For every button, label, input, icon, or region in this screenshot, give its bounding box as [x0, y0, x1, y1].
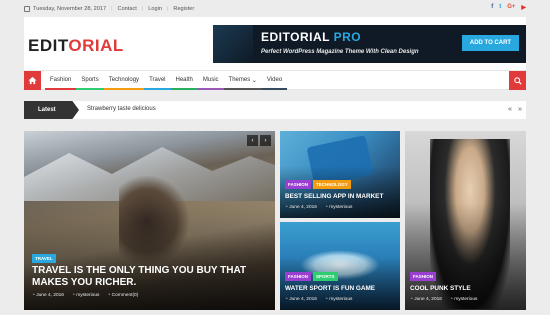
post-date: June 4, 2016 [285, 205, 317, 210]
post-author[interactable]: mysterious [72, 293, 99, 298]
post-tags: FASHION TECHNOLOGY [285, 180, 351, 189]
post-meta: June 4, 2016 mysterious Comment(0) [32, 293, 138, 298]
nav-item-video[interactable]: Video [261, 71, 288, 90]
site-header: EDITORIAL EDITORIAL PRO Perfect WordPres… [24, 17, 526, 70]
post-comments[interactable]: Comment(0) [107, 293, 139, 298]
logo-part-1: EDIT [28, 36, 69, 55]
slider-prev-button[interactable]: ‹ [247, 135, 258, 146]
youtube-icon[interactable]: ▶ [521, 4, 526, 11]
news-ticker: Latest Strawberry taste delicious « » [24, 101, 526, 119]
tag-fashion[interactable]: FASHION [285, 272, 312, 281]
add-to-cart-button[interactable]: ADD TO CART [462, 35, 519, 51]
post-meta: June 4, 2016 mysterious [410, 297, 477, 302]
tag-fashion[interactable]: FASHION [285, 180, 312, 189]
banner-title: EDITORIAL PRO [261, 30, 362, 44]
twitter-icon[interactable]: t [499, 4, 501, 11]
nav-item-health[interactable]: Health [170, 71, 199, 90]
post-title[interactable]: BEST SELLING APP IN MARKET [285, 193, 383, 200]
slider-controls: ‹ › [247, 135, 271, 146]
ticker-next-button[interactable]: » [518, 106, 522, 113]
nav-item-music[interactable]: Music [197, 71, 224, 90]
featured-post-main[interactable]: ‹ › TRAVEL TRAVEL IS THE ONLY THING YOU … [24, 131, 275, 310]
logo-part-2: ORIAL [68, 36, 124, 55]
nav-item-travel[interactable]: Travel [144, 71, 171, 90]
search-icon[interactable] [509, 71, 526, 90]
post-title[interactable]: COOL PUNK STYLE [410, 285, 471, 292]
post-author[interactable]: mysterious [325, 205, 352, 210]
post-date: June 4, 2016 [410, 297, 442, 302]
calendar-icon [24, 5, 30, 12]
current-date: Tuesday, November 28, 2017 [33, 5, 107, 12]
post-tags: FASHION SPORTS [285, 272, 338, 281]
main-nav: Fashion Sports Technology Travel Health … [24, 70, 526, 90]
register-link[interactable]: Register [173, 6, 194, 12]
tag-fashion[interactable]: FASHION [410, 272, 437, 281]
contact-link[interactable]: Contact [118, 6, 137, 12]
post-tags: FASHION [410, 272, 437, 281]
featured-post-app[interactable]: FASHION TECHNOLOGY BEST SELLING APP IN M… [280, 131, 400, 218]
nav-item-fashion[interactable]: Fashion [45, 71, 77, 90]
tag-travel[interactable]: TRAVEL [32, 254, 56, 263]
google-plus-icon[interactable]: G+ [507, 4, 515, 11]
nav-item-technology[interactable]: Technology [103, 71, 145, 90]
featured-post-water[interactable]: FASHION SPORTS WATER SPORT IS FUN GAME J… [280, 222, 400, 310]
social-links: f t G+ ▶ [491, 4, 526, 11]
post-author[interactable]: mysterious [325, 297, 352, 302]
featured-post-punk[interactable]: FASHION COOL PUNK STYLE June 4, 2016 mys… [405, 131, 526, 310]
post-meta: June 4, 2016 mysterious [285, 297, 352, 302]
home-icon[interactable] [24, 70, 41, 90]
banner-graphic [213, 25, 253, 63]
login-link[interactable]: Login [148, 6, 162, 12]
ticker-headline[interactable]: Strawberry taste delicious [87, 106, 156, 112]
date-display: Tuesday, November 28, 2017 [24, 5, 107, 12]
post-date: June 4, 2016 [32, 293, 64, 298]
top-bar: Tuesday, November 28, 2017 | Contact | L… [24, 0, 526, 17]
post-meta: June 4, 2016 mysterious [285, 205, 352, 210]
post-author[interactable]: mysterious [450, 297, 477, 302]
tag-sports[interactable]: SPORTS [313, 272, 338, 281]
post-tags: TRAVEL [32, 254, 56, 263]
post-title[interactable]: TRAVEL IS THE ONLY THING YOU BUY THAT MA… [32, 265, 272, 289]
slider-next-button[interactable]: › [260, 135, 271, 146]
nav-item-sports[interactable]: Sports [76, 71, 105, 90]
site-logo[interactable]: EDITORIAL [28, 36, 124, 56]
banner-subtitle: Perfect WordPress Magazine Theme With Cl… [261, 49, 419, 55]
post-date: June 4, 2016 [285, 297, 317, 302]
tag-technology[interactable]: TECHNOLOGY [313, 180, 351, 189]
ticker-label: Latest [24, 101, 79, 119]
ticker-prev-button[interactable]: « [508, 106, 512, 113]
post-title[interactable]: WATER SPORT IS FUN GAME [285, 285, 375, 292]
facebook-icon[interactable]: f [491, 4, 493, 11]
nav-item-themes[interactable]: Themes ⌄ [223, 71, 263, 90]
chevron-down-icon: ⌄ [251, 77, 257, 84]
promo-banner[interactable]: EDITORIAL PRO Perfect WordPress Magazine… [213, 25, 526, 63]
